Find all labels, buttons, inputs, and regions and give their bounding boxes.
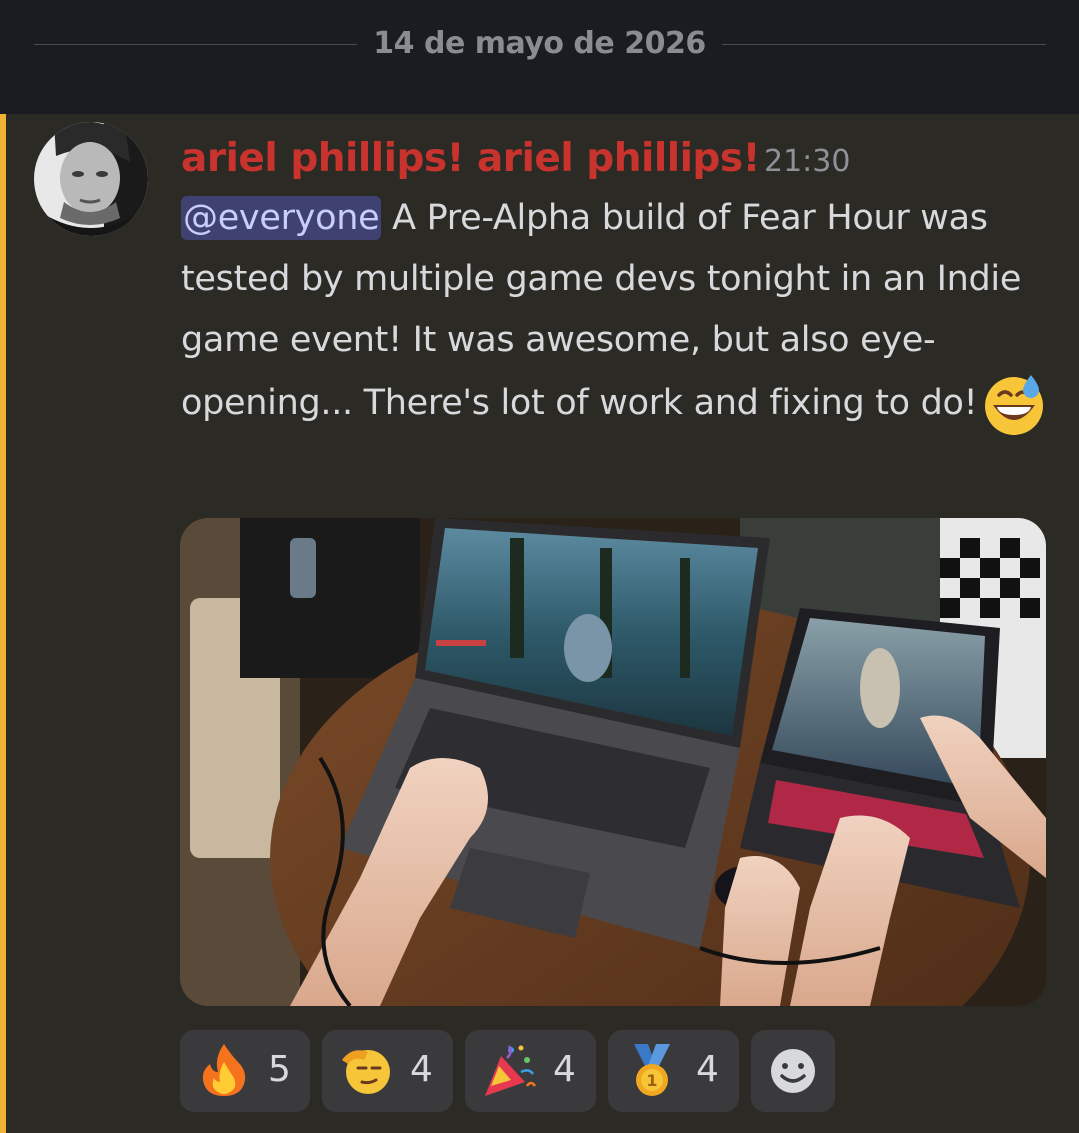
everyone-mention[interactable]: @everyone [181, 196, 382, 240]
reaction-count: 4 [696, 1049, 719, 1090]
reaction-fire[interactable]: 5 [180, 1030, 310, 1112]
message-content: @everyone A Pre-Alpha build of Fear Hour… [181, 188, 1061, 437]
party-popper-icon [481, 1042, 537, 1098]
message-timestamp[interactable]: 21:30 [764, 144, 850, 179]
avatar[interactable] [34, 122, 148, 236]
reaction-party[interactable]: 4 [465, 1030, 596, 1112]
add-reaction-button[interactable] [751, 1030, 835, 1112]
svg-text:1: 1 [646, 1071, 657, 1090]
date-divider-line-right [722, 44, 1046, 45]
author-name[interactable]: ariel phillips! ariel phillips! [181, 136, 760, 181]
reaction-count: 4 [410, 1049, 433, 1090]
mention-highlight-stripe [0, 114, 6, 1133]
reaction-count: 5 [268, 1049, 291, 1090]
first-place-medal-icon: 1 [624, 1042, 680, 1098]
date-divider-line-left [34, 44, 357, 45]
avatar-photo-icon [34, 122, 148, 236]
reaction-medal[interactable]: 1 4 [608, 1030, 739, 1112]
grinning-face-with-sweat-icon [981, 371, 1047, 437]
date-divider-label: 14 de mayo de 2026 [373, 26, 706, 61]
reaction-salute[interactable]: 4 [322, 1030, 453, 1112]
add-reaction-icon [771, 1049, 815, 1093]
saluting-face-icon [338, 1042, 394, 1098]
fire-icon [196, 1042, 252, 1098]
date-divider: 14 de mayo de 2026 [0, 0, 1079, 114]
image-attachment[interactable] [180, 518, 1046, 1006]
message[interactable]: ariel phillips! ariel phillips! 21:30 @e… [0, 114, 1079, 1133]
reaction-count: 4 [553, 1049, 576, 1090]
photo-laptops-icon [180, 518, 1046, 1006]
